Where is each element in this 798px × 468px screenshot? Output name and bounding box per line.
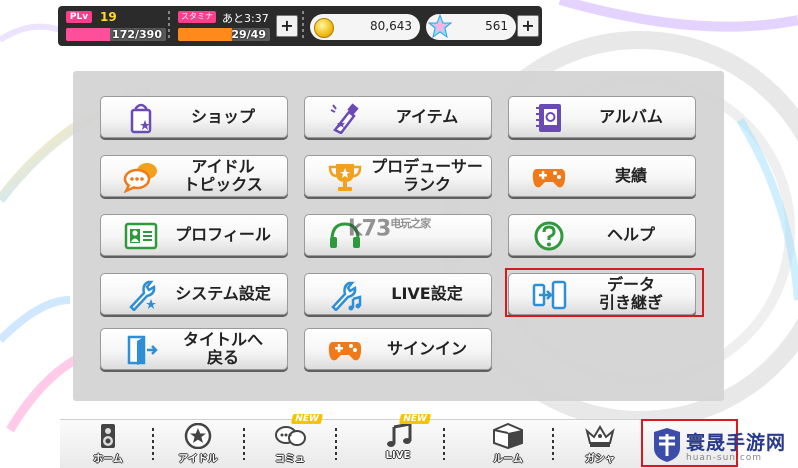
stamina-recovery-time: あと3:37 [222, 12, 269, 25]
jewel-amount: 561 [485, 19, 508, 33]
room-cube-icon [493, 423, 523, 449]
producer-rank-label: プロデューサー ランク [371, 157, 483, 194]
new-badge: NEW [398, 414, 431, 424]
site-watermark-brand: 寰晟手游网 huan-sun.com [686, 428, 786, 463]
nav-commu-label: コミュ [275, 454, 305, 465]
producer-rank-button[interactable]: プロデューサー ランク [304, 155, 492, 197]
album-book-icon [536, 104, 561, 132]
watermark-text: k73 [348, 216, 391, 242]
system-settings-label: システム設定 [175, 284, 271, 303]
nav-idol[interactable]: アイドル [160, 420, 236, 468]
stamina-bar: 29/49 [178, 28, 270, 41]
nav-divider [335, 428, 337, 460]
music-note-icon [387, 423, 412, 447]
system-settings-button[interactable]: システム設定 [100, 273, 288, 315]
player-level-badge: PLv [66, 11, 92, 23]
back-to-title-label: タイトルへ 戻る [182, 330, 263, 367]
nav-home[interactable]: ホーム [70, 420, 146, 468]
nav-idol-label: アイドル [178, 454, 218, 465]
live-settings-label: LIVE設定 [391, 284, 463, 303]
nav-gacha[interactable]: ガシャ [562, 420, 638, 468]
item-button[interactable]: アイテム [304, 96, 492, 138]
achievements-button[interactable]: 実績 [508, 155, 696, 197]
gamepad-icon [328, 342, 362, 361]
speaker-icon [101, 424, 115, 448]
back-to-title-button[interactable]: タイトルへ 戻る [100, 328, 288, 370]
shop-button[interactable]: ショップ [100, 96, 288, 138]
coin-icon [314, 18, 334, 38]
sign-in-label: サインイン [386, 339, 467, 358]
nav-gacha-label: ガシャ [585, 454, 615, 465]
shop-label: ショップ [190, 107, 255, 126]
bottom-navigation: ホーム アイドル NEW コミュ NEW LIVE ルーム ガシャ [60, 414, 738, 468]
question-icon [534, 221, 564, 251]
help-button[interactable]: ヘルプ [508, 214, 696, 256]
highlight-frame-data-transfer [505, 268, 704, 317]
profile-button[interactable]: プロフィール [100, 214, 288, 256]
idol-topics-label: アイドル トピックス [183, 157, 263, 194]
speech-bubbles-icon [123, 163, 157, 193]
new-badge: NEW [290, 414, 323, 424]
nav-divider [552, 428, 554, 460]
exit-door-icon [127, 335, 158, 365]
site-logo-icon [654, 428, 680, 462]
nav-divider [243, 428, 245, 460]
jewel-counter: 561 [426, 14, 516, 40]
status-divider [168, 11, 170, 41]
gamepad-icon [532, 169, 566, 188]
add-jewel-button[interactable]: + [517, 15, 539, 37]
exp-text: 172/390 [112, 28, 162, 41]
status-divider [302, 11, 304, 41]
nav-room[interactable]: ルーム [470, 420, 546, 468]
brand-title: 寰晟手游网 [686, 432, 787, 454]
album-label: アルバム [599, 107, 663, 126]
stamina-badge: スタミナ [178, 11, 216, 23]
star-jewel-icon [428, 14, 452, 39]
nav-room-label: ルーム [493, 454, 523, 465]
id-card-icon [124, 222, 158, 250]
crown-icon [585, 425, 615, 447]
nav-home-label: ホーム [93, 454, 123, 465]
star-badge-icon [184, 423, 212, 449]
player-status-bar: PLv 19 172/390 スタミナ あと3:37 29/49 + 80,64… [58, 6, 542, 46]
drink-bottle-icon [330, 103, 359, 134]
player-level-value: 19 [100, 10, 117, 24]
wrench-icon [129, 280, 156, 311]
nav-divider [443, 428, 445, 460]
add-stamina-button[interactable]: + [276, 15, 298, 37]
item-label: アイテム [395, 107, 459, 126]
nav-live-label: LIVE [385, 450, 411, 461]
nav-divider [152, 428, 154, 460]
album-button[interactable]: アルバム [508, 96, 696, 138]
profile-label: プロフィール [175, 225, 271, 244]
idol-topics-button[interactable]: アイドル トピックス [100, 155, 288, 197]
help-label: ヘルプ [606, 225, 655, 244]
chat-bubbles-icon [275, 426, 306, 446]
stamina-text: 29/49 [231, 28, 266, 41]
watermark: k73电玩之家 [348, 215, 431, 242]
wrench-music-icon [331, 281, 362, 311]
coin-counter: 80,643 [310, 14, 420, 40]
sign-in-button[interactable]: サインイン [304, 328, 492, 370]
watermark-subtext: 电玩之家 [390, 217, 431, 230]
shopping-bag-icon [130, 103, 152, 134]
coin-amount: 80,643 [370, 19, 412, 33]
live-settings-button[interactable]: LIVE設定 [304, 273, 492, 315]
nav-live[interactable]: NEW LIVE [360, 414, 436, 468]
achievements-label: 実績 [614, 166, 647, 185]
nav-commu[interactable]: NEW コミュ [252, 414, 328, 468]
trophy-icon [328, 164, 362, 191]
exp-bar: 172/390 [66, 28, 166, 41]
